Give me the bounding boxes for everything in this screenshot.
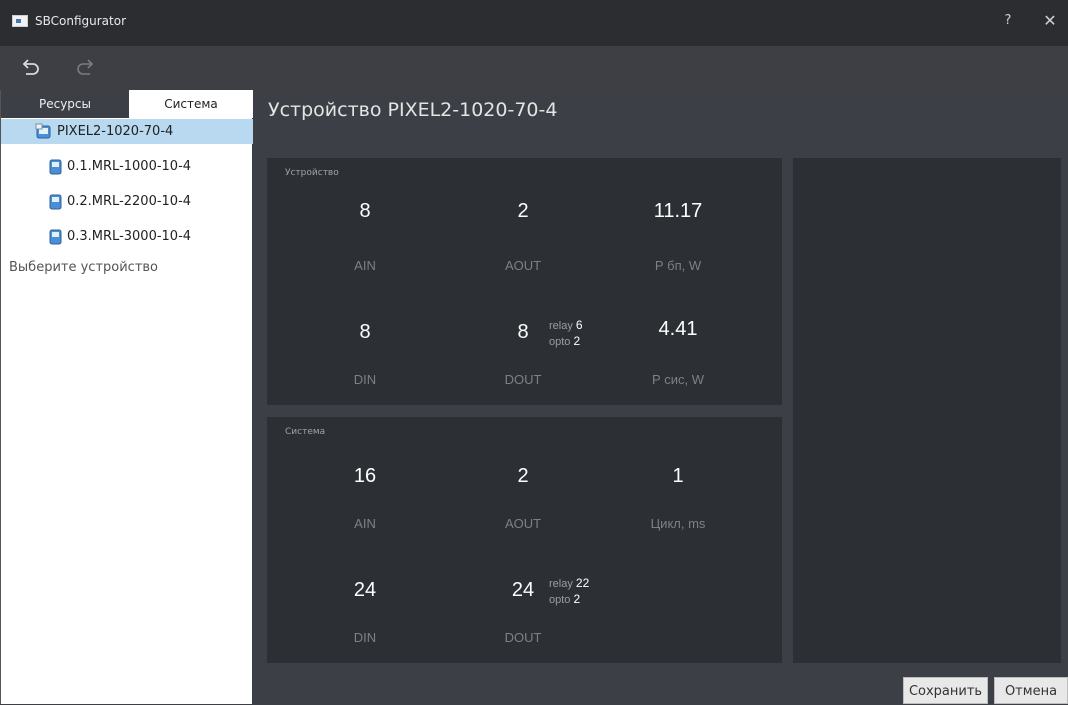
tab-system[interactable]: Система xyxy=(129,90,253,118)
ain-value: 16 xyxy=(353,465,377,487)
module-icon xyxy=(47,158,64,175)
aout-label: AOUT xyxy=(504,258,542,273)
din-value: 8 xyxy=(359,321,371,343)
ain-label: AIN xyxy=(354,258,376,273)
aout-value: 2 xyxy=(517,200,529,222)
din-label: DIN xyxy=(353,630,377,645)
title-bar: SBConfigurator ? ✕ xyxy=(0,0,1068,46)
power-supply-value: 11.17 xyxy=(653,200,703,222)
window-title: SBConfigurator xyxy=(35,14,127,28)
ain-label: AIN xyxy=(354,516,376,531)
cancel-button[interactable]: Отмена xyxy=(994,677,1068,704)
aout-label: AOUT xyxy=(504,516,542,531)
save-button[interactable]: Сохранить xyxy=(903,677,988,704)
tree-item-label: 0.3.MRL-3000-10-4 xyxy=(67,229,192,244)
redo-icon[interactable] xyxy=(74,56,98,80)
power-system-label: Р сис, W xyxy=(651,372,705,387)
undo-icon[interactable] xyxy=(18,56,42,80)
ain-value: 8 xyxy=(359,200,371,222)
opto-count: opto 2 xyxy=(549,334,581,348)
tree-item-pixel2[interactable]: PIXEL2-1020-70-4 xyxy=(1,119,253,144)
dout-label: DOUT xyxy=(504,630,542,645)
device-icon xyxy=(35,123,52,140)
panel-caption: Устройство xyxy=(285,168,339,178)
help-button[interactable]: ? xyxy=(1000,12,1016,30)
relay-count: relay 6 xyxy=(549,318,583,332)
dout-label: DOUT xyxy=(504,372,542,387)
tree-item-mrl-2200[interactable]: 0.2.MRL-2200-10-4 xyxy=(1,189,253,214)
din-value: 24 xyxy=(353,579,377,601)
relay-count: relay 22 xyxy=(549,576,590,590)
tree-item-label: 0.2.MRL-2200-10-4 xyxy=(67,194,192,209)
din-label: DIN xyxy=(353,372,377,387)
cycle-value: 1 xyxy=(672,465,684,487)
power-supply-label: Р бп, W xyxy=(654,258,702,273)
tab-resources[interactable]: Ресурсы xyxy=(1,90,129,118)
power-system-value: 4.41 xyxy=(658,318,698,340)
panel-caption: Система xyxy=(285,427,326,437)
select-device-hint: Выберите устройство xyxy=(9,260,159,275)
toolbar xyxy=(0,46,1068,90)
cycle-label: Цикл, ms xyxy=(650,516,706,531)
system-panel: Система 16 AIN 2 AOUT 1 Цикл, ms 24 DIN … xyxy=(267,417,782,663)
app-icon xyxy=(12,15,28,27)
tree-item-mrl-3000[interactable]: 0.3.MRL-3000-10-4 xyxy=(1,224,253,249)
sidebar: Ресурсы Система PIXEL2-1020-70-4 0.1.MRL… xyxy=(0,90,253,704)
tree-item-mrl-1000[interactable]: 0.1.MRL-1000-10-4 xyxy=(1,154,253,179)
close-button[interactable]: ✕ xyxy=(1040,11,1060,31)
aout-value: 2 xyxy=(517,465,529,487)
tree-item-label: 0.1.MRL-1000-10-4 xyxy=(67,159,192,174)
details-panel xyxy=(793,158,1061,663)
device-panel: Устройство 8 AIN 2 AOUT 11.17 Р бп, W 8 … xyxy=(267,158,782,405)
opto-count: opto 2 xyxy=(549,592,581,606)
tree-item-label: PIXEL2-1020-70-4 xyxy=(57,124,174,139)
page-title: Устройство PIXEL2-1020-70-4 xyxy=(268,99,558,121)
module-icon xyxy=(47,228,64,245)
sidebar-tabs: Ресурсы Система xyxy=(1,90,253,118)
module-icon xyxy=(47,193,64,210)
